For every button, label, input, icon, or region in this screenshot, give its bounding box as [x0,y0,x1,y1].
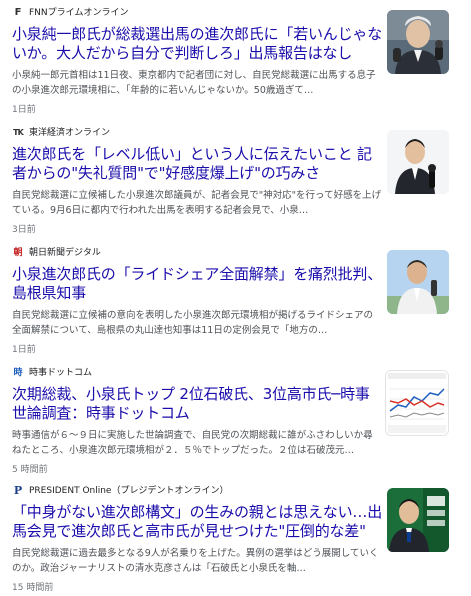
headline-link[interactable]: 次期総裁、小泉氏トップ 2位石破氏、3位高市氏─時事世論調査：時事ドットコム [12,385,382,423]
president-logo-icon: P [13,484,23,497]
news-card-body: 時 時事ドットコム 次期総裁、小泉氏トップ 2位石破氏、3位高市氏─時事世論調査… [12,366,382,476]
source-row: TK 東洋経済オンライン [12,126,382,140]
asahi-logo-icon: 朝 [13,248,23,258]
speaker-at-press-conference-photo-icon[interactable] [387,130,449,194]
source-row: 時 時事ドットコム [12,366,382,380]
source-row: F FNNプライムオンライン [12,6,382,20]
timestamp: 1日前 [12,345,36,355]
source-name: PRESIDENT Online（プレジデントオンライン） [29,486,229,496]
source-row: 朝 朝日新聞デジタル [12,246,382,260]
poll-line-chart-image-icon[interactable] [385,370,449,436]
news-card-body: 朝 朝日新聞デジタル 小泉進次郎氏の「ライドシェア全面解禁」を痛烈批判、島根県知… [12,246,382,356]
toyokeizai-logo-icon: TK [13,128,24,137]
source-name: FNNプライムオンライン [29,8,129,18]
source-name: 東洋経済オンライン [29,128,111,138]
timestamp: 1日前 [12,105,36,115]
snippet: 自民党総裁選に立候補した小泉進次郎議員が、記者会見で"神対応"を行って好感を上げ… [12,190,382,216]
snippet: 自民党総裁選に立候補の意向を表明した小泉進次郎元環境相が掲げるライドシェアの全面… [12,310,374,336]
headline-link[interactable]: 小泉進次郎氏の「ライドシェア全面解禁」を痛烈批判、島根県知事 [12,265,382,303]
headline-link[interactable]: 進次郎氏を「レベル低い」という人に伝えたいこと 記者からの"失礼質問"で"好感度… [12,145,382,183]
news-card[interactable]: 時 時事ドットコム 次期総裁、小泉氏トップ 2位石破氏、3位高市氏─時事世論調査… [0,360,471,478]
timestamp: 5 時間前 [12,465,48,475]
news-card-body: TK 東洋経済オンライン 進次郎氏を「レベル低い」という人に伝えたいこと 記者か… [12,126,382,236]
snippet: 時事通信が６～９日に実施した世論調査で、自民党の次期総裁に誰がふさわしいか尋ねた… [12,430,373,456]
jiji-logo-icon: 時 [13,368,23,378]
governor-press-conference-photo-icon[interactable] [387,250,449,314]
news-feed: F FNNプライムオンライン 小泉純一郎氏が総裁選出馬の進次郎氏に「若いんじゃな… [0,0,471,593]
news-card-body: F FNNプライムオンライン 小泉純一郎氏が総裁選出馬の進次郎氏に「若いんじゃな… [12,6,382,116]
headline-link[interactable]: 小泉純一郎氏が総裁選出馬の進次郎氏に「若いんじゃないか。大人だから自分で判断しろ… [12,25,382,63]
elderly-man-speaking-photo-icon[interactable] [387,10,449,74]
source-name: 時事ドットコム [29,368,93,378]
timestamp: 15 時間前 [12,583,54,593]
timestamp: 3日前 [12,225,36,235]
candidate-announcement-photo-icon[interactable] [387,488,449,552]
news-card[interactable]: TK 東洋経済オンライン 進次郎氏を「レベル低い」という人に伝えたいこと 記者か… [0,120,471,238]
news-card[interactable]: P PRESIDENT Online（プレジデントオンライン） 「中身がない進次… [0,478,471,596]
news-card[interactable]: 朝 朝日新聞デジタル 小泉進次郎氏の「ライドシェア全面解禁」を痛烈批判、島根県知… [0,240,471,358]
headline-link[interactable]: 「中身がない進次郎構文」の生みの親とは思えない…出馬会見で進次郎氏と高市氏が見せ… [12,503,382,541]
news-card[interactable]: F FNNプライムオンライン 小泉純一郎氏が総裁選出馬の進次郎氏に「若いんじゃな… [0,0,471,118]
news-card-body: P PRESIDENT Online（プレジデントオンライン） 「中身がない進次… [12,484,382,594]
snippet: 小泉純一郎元首相は11日夜、東京都内で記者団に対し、自民党総裁選に出馬する息子の… [12,70,376,96]
source-name: 朝日新聞デジタル [29,248,101,258]
source-row: P PRESIDENT Online（プレジデントオンライン） [12,484,382,498]
snippet: 自民党総裁選に過去最多となる9人が名乗りを上げた。異例の選挙はどう展開していくの… [12,548,379,574]
fnn-logo-icon: F [14,7,22,18]
